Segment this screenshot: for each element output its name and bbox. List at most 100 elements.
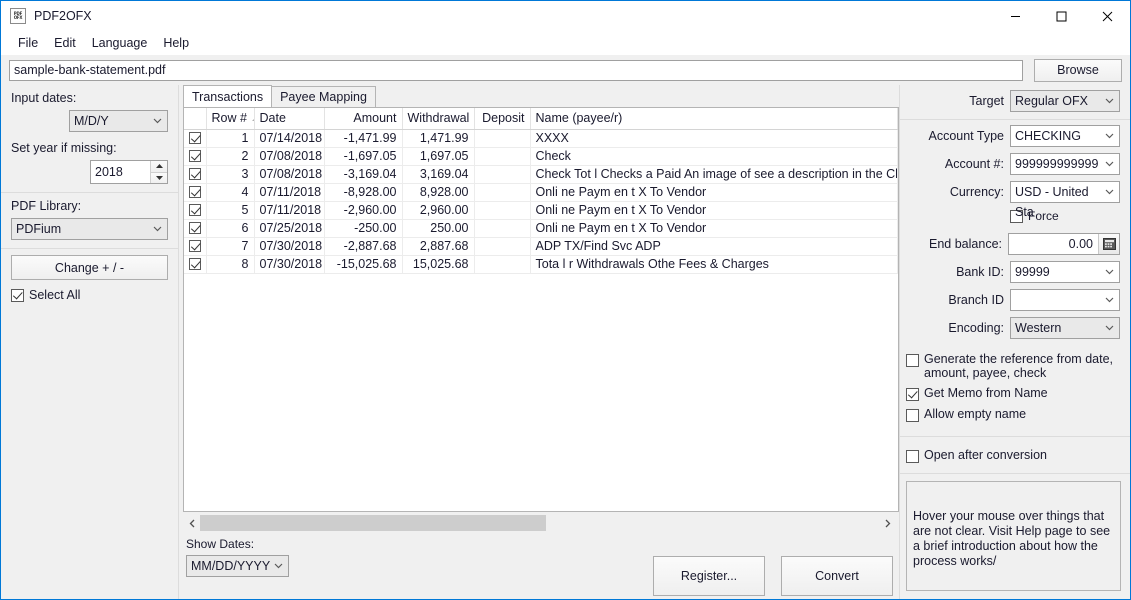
target-row: Target Regular OFX [906,90,1120,112]
end-balance-field[interactable]: 0.00 [1008,233,1120,255]
end-balance-value[interactable]: 0.00 [1009,234,1098,254]
branch-id-row: Branch ID [906,289,1120,311]
get-memo-row[interactable]: Get Memo from Name [906,386,1120,401]
tab-transactions[interactable]: Transactions [183,85,273,107]
pdf-library-select[interactable]: PDFium [11,218,168,240]
calculator-button[interactable] [1098,234,1119,254]
branch-id-label: Branch ID [948,293,1004,307]
row-select-checkbox[interactable] [189,150,201,162]
get-memo-checkbox[interactable] [906,388,919,401]
minimize-button[interactable] [992,1,1038,31]
row-select-checkbox[interactable] [189,222,201,234]
tab-payee-mapping[interactable]: Payee Mapping [271,86,376,107]
column-header-checkbox[interactable] [184,108,207,130]
table-row[interactable]: 3 07/08/2018 -3,169.04 3,169.04 Check Tot l … [184,165,898,184]
row-select-checkbox[interactable] [189,132,201,144]
row-select-cell[interactable] [184,219,207,238]
row-select-checkbox[interactable] [189,168,201,180]
table-row[interactable]: 5 07/11/2018 -2,960.00 2,960.00 Onli ne Paym… [184,201,898,220]
scrollbar-thumb[interactable] [200,515,547,531]
horizontal-scrollbar[interactable] [183,515,896,531]
show-dates-label: Show Dates: [186,537,255,551]
menu-item-language[interactable]: Language [84,34,156,52]
row-select-cell[interactable] [184,237,207,256]
cell-date: 07/25/2018 [254,219,325,238]
select-all-checkbox[interactable] [11,288,24,302]
input-dates-label: Input dates: [11,91,77,105]
table-row[interactable]: 6 07/25/2018 -250.00 250.00 Onli ne Paym en … [184,219,898,238]
column-header-deposit[interactable]: Deposit [474,108,531,130]
column-header-amount[interactable]: Amount [324,108,403,130]
generate-reference-checkbox[interactable] [906,354,919,367]
change-sign-button[interactable]: Change + / - [11,255,168,280]
menu-item-edit[interactable]: Edit [46,34,84,52]
file-path-row: sample-bank-statement.pdf Browse [1,55,1130,85]
set-year-value[interactable]: 2018 [91,161,150,183]
column-header-withdrawal[interactable]: Withdrawal [402,108,475,130]
select-all-row[interactable]: Select All [11,288,168,302]
menu-item-help[interactable]: Help [155,34,197,52]
maximize-button[interactable] [1038,1,1084,31]
get-memo-label: Get Memo from Name [924,386,1048,400]
row-select-checkbox[interactable] [189,240,201,252]
table-row[interactable]: 7 07/30/2018 -2,887.68 2,887.68 ADP TX/Find … [184,237,898,256]
cell-amount: -1,471.99 [324,129,403,148]
cell-deposit [474,237,531,256]
cell-date: 07/11/2018 [254,201,325,220]
row-select-cell[interactable] [184,183,207,202]
account-type-select[interactable]: CHECKING [1010,125,1120,147]
convert-button[interactable]: Convert [781,556,893,596]
set-year-stepper[interactable]: 2018 [90,160,168,184]
cell-row-number: 3 [206,165,255,184]
cell-date: 07/08/2018 [254,147,325,166]
row-select-checkbox[interactable] [189,204,201,216]
cell-name: Onli ne Paym en t X To Vendor [530,183,898,202]
scrollbar-track[interactable] [200,515,879,531]
row-select-cell[interactable] [184,129,207,148]
row-select-checkbox[interactable] [189,258,201,270]
generate-reference-row[interactable]: Generate the reference from date, amount… [906,352,1120,380]
target-group: Target Regular OFX [900,85,1130,120]
set-year-increment-button[interactable] [151,161,167,173]
browse-button[interactable]: Browse [1034,58,1122,82]
table-row[interactable]: 1 07/14/2018 -1,471.99 1,471.99 XXXX [184,129,898,148]
cell-withdrawal: 15,025.68 [402,255,475,274]
calculator-icon [1102,238,1116,250]
open-after-conversion-row[interactable]: Open after conversion [906,448,1120,463]
action-buttons: Register... Convert [653,556,893,596]
encoding-select[interactable]: Western [1010,317,1120,339]
bank-id-combo-wrap: 99999 [1010,261,1120,283]
target-select[interactable]: Regular OFX [1010,90,1120,112]
set-year-label: Set year if missing: [11,141,117,155]
cell-amount: -1,697.05 [324,147,403,166]
row-select-cell[interactable] [184,165,207,184]
table-row[interactable]: 4 07/11/2018 -8,928.00 8,928.00 Onli ne Paym… [184,183,898,202]
show-dates-combo-wrap: MM/DD/YYYY [186,555,289,577]
close-button[interactable] [1084,1,1130,31]
set-year-decrement-button[interactable] [151,172,167,183]
row-select-cell[interactable] [184,201,207,220]
encoding-combo-wrap: Western [1010,317,1120,339]
column-header-date[interactable]: Date [254,108,325,130]
scroll-right-button[interactable] [879,515,896,531]
currency-select[interactable]: USD - United Sta [1010,181,1120,219]
allow-empty-name-checkbox[interactable] [906,409,919,422]
open-after-conversion-checkbox[interactable] [906,450,919,463]
column-header-name[interactable]: Name (payee/r) [530,108,898,130]
table-row[interactable]: 2 07/08/2018 -1,697.05 1,697.05 Check [184,147,898,166]
account-number-input[interactable]: 999999999999 [1010,153,1120,175]
show-dates-select[interactable]: MM/DD/YYYY [186,555,289,577]
menu-item-file[interactable]: File [10,34,46,52]
table-row[interactable]: 8 07/30/2018 -15,025.68 15,025.68 Tota l r W… [184,255,898,274]
allow-empty-name-row[interactable]: Allow empty name [906,407,1120,422]
bank-id-input[interactable]: 99999 [1010,261,1120,283]
row-select-cell[interactable] [184,255,207,274]
column-header-row-number[interactable]: Row # [206,108,255,130]
row-select-checkbox[interactable] [189,186,201,198]
scroll-left-button[interactable] [183,515,200,531]
branch-id-input[interactable] [1010,289,1120,311]
row-select-cell[interactable] [184,147,207,166]
register-button[interactable]: Register... [653,556,765,596]
file-path-input[interactable]: sample-bank-statement.pdf [9,59,1023,81]
input-dates-select[interactable]: M/D/Y [69,110,168,132]
